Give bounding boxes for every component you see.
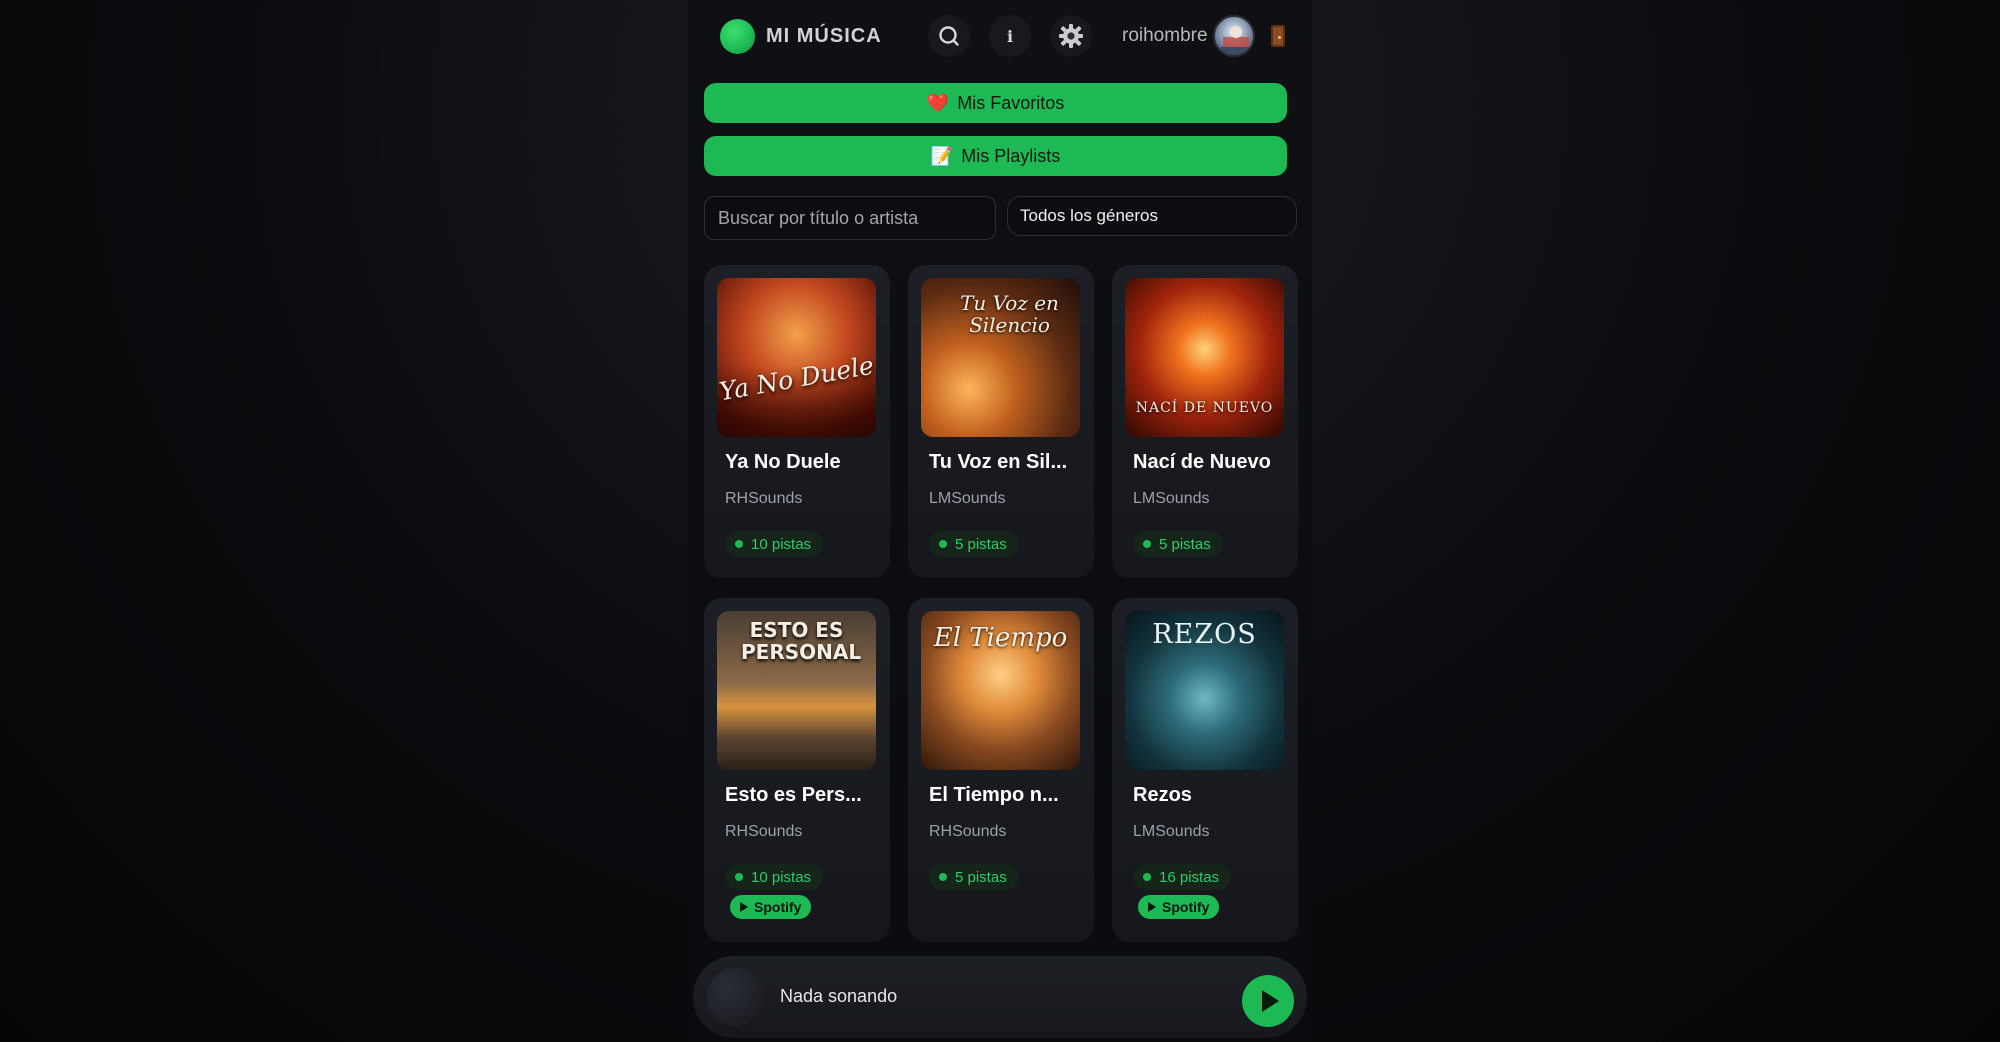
album-title: Ya No Duele xyxy=(725,451,841,473)
album-artist: LMSounds xyxy=(929,490,1006,507)
album-title: Esto es Pers... xyxy=(725,784,862,806)
album-artist: RHSounds xyxy=(725,490,803,507)
spotify-label: Spotify xyxy=(1162,899,1210,915)
play-icon xyxy=(740,902,748,912)
album-title: El Tiempo n... xyxy=(929,784,1059,806)
album-card[interactable]: NACÍ DE NUEVO Nací de Nuevo LMSounds 5 p… xyxy=(1112,265,1298,578)
spotify-button[interactable]: Spotify xyxy=(1138,895,1220,919)
info-button[interactable]: i xyxy=(989,15,1031,57)
album-artist: RHSounds xyxy=(929,823,1007,840)
gear-icon xyxy=(1059,24,1083,48)
memo-icon: 📝 xyxy=(930,145,954,166)
logout-door-icon[interactable] xyxy=(1271,25,1285,47)
track-count-badge: 10 pistas xyxy=(725,531,824,557)
album-title: Rezos xyxy=(1133,784,1192,806)
album-artist: LMSounds xyxy=(1133,823,1210,840)
album-cover: El Tiempo xyxy=(921,611,1080,770)
track-count-badge: 5 pistas xyxy=(929,531,1019,557)
status-dot-icon xyxy=(939,873,947,881)
track-count-badge: 5 pistas xyxy=(1133,531,1223,557)
playlists-button[interactable]: 📝 Mis Playlists xyxy=(704,136,1287,176)
cover-text: NACÍ DE NUEVO xyxy=(1135,400,1274,416)
heart-icon: ❤️ xyxy=(926,92,950,113)
favorites-button[interactable]: ❤️ Mis Favoritos xyxy=(704,83,1287,123)
now-playing-thumbnail xyxy=(707,968,765,1026)
now-playing-bar: Nada sonando xyxy=(693,956,1307,1038)
header: MI MÚSICA i roihombre xyxy=(704,15,1296,57)
cover-text: ESTO ES PERSONAL xyxy=(741,618,862,664)
album-card[interactable]: ESTO ES PERSONAL Esto es Pers... RHSound… xyxy=(704,598,890,942)
track-count: 5 pistas xyxy=(1159,535,1211,553)
avatar[interactable] xyxy=(1213,15,1255,57)
status-dot-icon xyxy=(735,873,743,881)
app-title: MI MÚSICA xyxy=(766,25,882,47)
search-icon xyxy=(939,26,959,46)
genre-select[interactable]: Todos los géneros xyxy=(1007,196,1297,236)
album-artist: RHSounds xyxy=(725,823,803,840)
status-dot-icon xyxy=(1143,873,1151,881)
track-count: 10 pistas xyxy=(751,535,812,553)
track-count: 16 pistas xyxy=(1159,868,1220,886)
album-card[interactable]: REZOS Rezos LMSounds 16 pistas Spotify xyxy=(1112,598,1298,942)
settings-button[interactable] xyxy=(1050,15,1092,57)
genre-select-value: Todos los géneros xyxy=(1020,206,1158,225)
track-count-badge: 10 pistas xyxy=(725,864,824,890)
track-count: 5 pistas xyxy=(955,535,1007,553)
album-title: Tu Voz en Sil... xyxy=(929,451,1068,473)
track-count: 10 pistas xyxy=(751,868,812,886)
search-input[interactable] xyxy=(704,196,996,240)
info-icon: i xyxy=(1006,26,1014,46)
track-count: 5 pistas xyxy=(955,868,1007,886)
status-dot-icon xyxy=(1143,540,1151,548)
album-cover: Ya No Duele xyxy=(717,278,876,437)
avatar-image xyxy=(1220,26,1252,55)
play-icon xyxy=(1262,990,1279,1012)
status-dot-icon xyxy=(735,540,743,548)
play-icon xyxy=(1148,902,1156,912)
album-cover: Tu Voz en Silencio xyxy=(921,278,1080,437)
app-container: MI MÚSICA i roihombre ❤️ Mis Favoritos 📝… xyxy=(688,0,1312,1042)
album-cover: ESTO ES PERSONAL xyxy=(717,611,876,770)
playlists-label: Mis Playlists xyxy=(961,145,1061,166)
search-button[interactable] xyxy=(928,15,970,57)
cover-text: REZOS xyxy=(1152,619,1257,650)
album-title: Nací de Nuevo xyxy=(1133,451,1271,473)
favorites-label: Mis Favoritos xyxy=(957,92,1065,113)
username: roihombre xyxy=(1122,25,1208,46)
play-button[interactable] xyxy=(1242,975,1294,1027)
track-count-badge: 5 pistas xyxy=(929,864,1019,890)
spotify-label: Spotify xyxy=(754,899,802,915)
album-cover: NACÍ DE NUEVO xyxy=(1125,278,1284,437)
now-playing-status: Nada sonando xyxy=(780,986,898,1006)
album-artist: LMSounds xyxy=(1133,490,1210,507)
spotify-button[interactable]: Spotify xyxy=(730,895,812,919)
album-card[interactable]: Tu Voz en Silencio Tu Voz en Sil... LMSo… xyxy=(908,265,1094,578)
track-count-badge: 16 pistas xyxy=(1133,864,1232,890)
status-dot-icon xyxy=(939,540,947,548)
album-card[interactable]: Ya No Duele Ya No Duele RHSounds 10 pist… xyxy=(704,265,890,578)
album-cover: REZOS xyxy=(1125,611,1284,770)
cover-text: El Tiempo xyxy=(933,623,1068,653)
logo-icon xyxy=(720,19,755,54)
cover-text: Tu Voz en Silencio xyxy=(960,291,1059,337)
album-card[interactable]: El Tiempo El Tiempo n... RHSounds 5 pist… xyxy=(908,598,1094,942)
